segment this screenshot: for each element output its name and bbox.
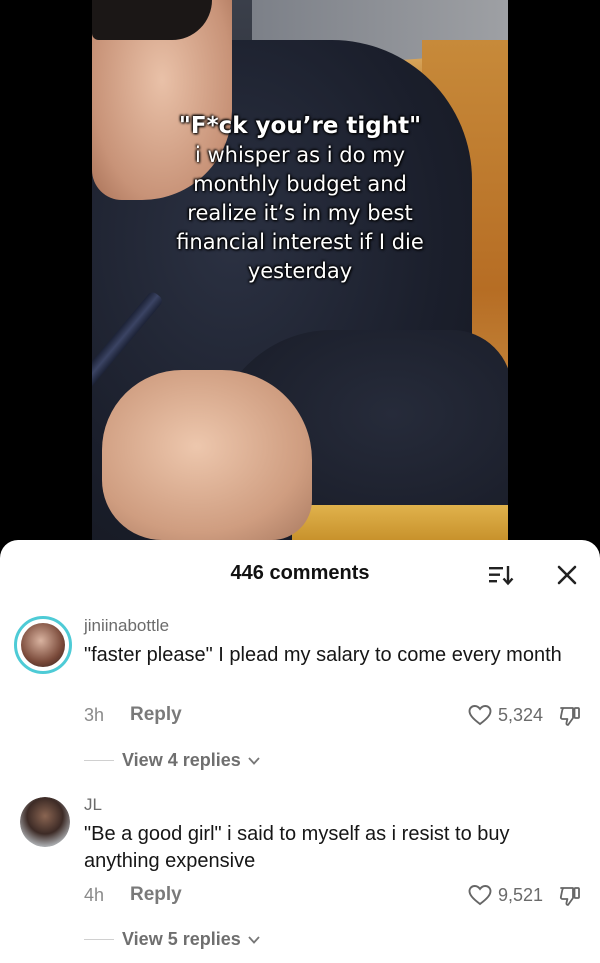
like-button[interactable]: 5,324: [468, 704, 543, 726]
comment-username[interactable]: JL: [84, 795, 102, 815]
comments-sheet: 446 comments jiniinabottle "faster pleas…: [0, 540, 600, 963]
reply-button[interactable]: Reply: [130, 704, 182, 726]
view-replies-button[interactable]: View 5 replies: [84, 929, 261, 950]
hand: [102, 370, 312, 540]
video-caption: "F*ck you’re tight" i whisper as i do my…: [150, 112, 450, 286]
dislike-icon[interactable]: [558, 704, 582, 728]
close-icon[interactable]: [556, 564, 578, 586]
app-root: "F*ck you’re tight" i whisper as i do my…: [0, 0, 600, 963]
sheet-header: 446 comments: [0, 540, 600, 606]
caption-title: "F*ck you’re tight": [178, 113, 422, 139]
heart-icon: [468, 705, 492, 726]
like-count: 5,324: [498, 704, 544, 725]
comment-text: "Be a good girl" i said to myself as i r…: [84, 823, 510, 872]
avatar[interactable]: [20, 797, 70, 847]
like-button[interactable]: 9,521: [468, 884, 543, 906]
comment-username[interactable]: jiniinabottle: [84, 616, 169, 636]
sort-icon[interactable]: [488, 564, 514, 586]
view-replies-button[interactable]: View 4 replies: [84, 750, 261, 771]
avatar[interactable]: [14, 616, 72, 674]
comment-time: 4h: [84, 885, 105, 905]
view-replies-label: View 5 replies: [122, 929, 241, 949]
comment-text: "faster please" I plead my salary to com…: [84, 644, 562, 666]
chevron-down-icon: [248, 935, 260, 944]
desk: [292, 505, 508, 540]
view-replies-label: View 4 replies: [122, 750, 241, 770]
like-count: 9,521: [498, 884, 544, 905]
reply-button[interactable]: Reply: [130, 884, 182, 906]
dislike-icon[interactable]: [558, 884, 582, 908]
caption-body: i whisper as i do my monthly budget and …: [176, 143, 424, 283]
heart-icon: [468, 885, 492, 906]
chevron-down-icon: [248, 756, 260, 765]
comment-time: 3h: [84, 705, 105, 725]
